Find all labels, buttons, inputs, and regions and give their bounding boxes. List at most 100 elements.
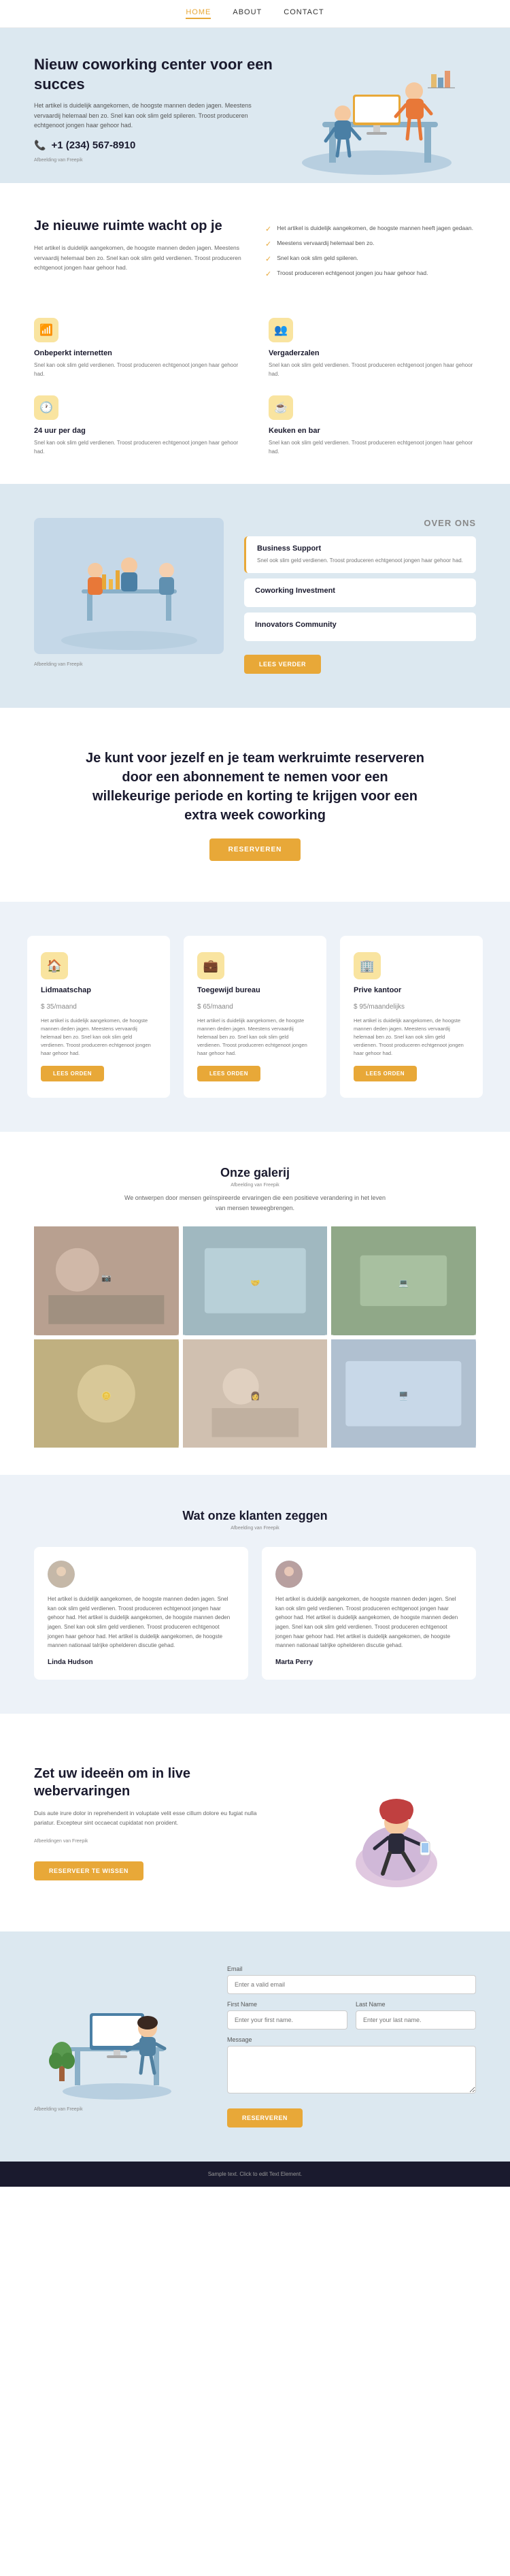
membership-btn[interactable]: LEES ORDEN	[41, 1066, 104, 1081]
gallery-item-1: 📷	[34, 1226, 179, 1335]
pricing-card-desk: 💼 Toegewijd bureau $ 65/maand Het artike…	[184, 936, 326, 1098]
testimonials-section: Wat onze klanten zeggen Afbeelding van F…	[0, 1475, 510, 1714]
checkmark-icon-4: ✓	[265, 270, 271, 278]
lastname-label: Last Name	[356, 2001, 476, 2008]
desk-icon: 💼	[197, 952, 224, 979]
message-field-group: Message	[227, 2036, 476, 2093]
hero-illustration	[282, 67, 472, 183]
gallery-title: Onze galerij	[34, 1166, 476, 1180]
svg-text:🖥️: 🖥️	[398, 1391, 409, 1401]
booking-title: Je kunt voor jezelf en je team werkruimt…	[85, 749, 425, 825]
lastname-input[interactable]	[356, 2010, 476, 2029]
contact-section: Afbeelding van Freepik Email First Name …	[0, 1931, 510, 2162]
cta-button[interactable]: RESERVEER TE WISSEN	[34, 1861, 143, 1880]
feature-kitchen: ☕ Keuken en bar Snel kan ook slim geld v…	[269, 395, 476, 457]
desk-name: Toegewijd bureau	[197, 986, 260, 994]
check-item-1: ✓ Het artikel is duidelijk aangekomen, d…	[265, 224, 476, 233]
nav-home[interactable]: HOME	[186, 8, 211, 19]
feature-internet-title: Onbeperkt internetten	[34, 349, 241, 357]
office-btn[interactable]: LEES ORDEN	[354, 1066, 417, 1081]
hero-phone-number: +1 (234) 567-8910	[51, 140, 135, 151]
pricing-grid: 🏠 Lidmaatschap $ 35/maand Het artikel is…	[27, 936, 483, 1098]
gallery-item-2: 🤝	[183, 1226, 328, 1335]
office-name: Prive kantoor	[354, 986, 401, 994]
cta-section: Zet uw ideeën om in live webervaringen D…	[0, 1714, 510, 1931]
booking-button[interactable]: RESERVEREN	[209, 838, 301, 861]
nav-contact[interactable]: CONTACT	[284, 8, 324, 19]
clock-icon: 🕐	[34, 395, 58, 420]
phone-icon: 📞	[34, 140, 46, 151]
footer-text: Sample text. Click to edit Text Element.	[208, 2171, 303, 2177]
about-card-innovators: Innovators Community	[244, 613, 476, 641]
email-field-group: Email	[227, 1966, 476, 1994]
navigation: HOME ABOUT CONTACT	[0, 0, 510, 28]
membership-name: Lidmaatschap	[41, 986, 91, 994]
feature-meeting-desc: Snel kan ook slim geld verdienen. Troost…	[269, 361, 476, 379]
test-text-1: Het artikel is duidelijk aangekomen, de …	[48, 1595, 235, 1650]
svg-text:👩: 👩	[250, 1391, 260, 1401]
membership-desc: Het artikel is duidelijk aangekomen, de …	[41, 1017, 156, 1058]
check-item-2: ✓ Meestens vervaardij helemaal ben zo.	[265, 239, 476, 248]
contact-credit: Afbeelding van Freepik	[34, 2107, 200, 2112]
hero-title: Nieuw coworking center voor een succes	[34, 55, 277, 94]
testimonials-title: Wat onze klanten zeggen	[34, 1509, 476, 1523]
gallery-grid: 📷 🤝 💻 🪙	[34, 1226, 476, 1448]
intro-desc: Het artikel is duidelijk aangekomen, de …	[34, 243, 245, 272]
contact-svg	[49, 1966, 185, 2102]
test-name-1: Linda Hudson	[48, 1659, 235, 1666]
about-read-more-button[interactable]: LEES VERDER	[244, 655, 321, 674]
about-illustration-block: Afbeelding van Freepik	[34, 518, 224, 667]
innovators-title: Innovators Community	[255, 621, 465, 629]
email-input[interactable]	[227, 1975, 476, 1994]
business-support-title: Business Support	[257, 544, 465, 553]
testimonial-1: Het artikel is duidelijk aangekomen, de …	[34, 1547, 248, 1680]
gallery-item-4: 🪙	[34, 1339, 179, 1448]
about-credit: Afbeelding van Freepik	[34, 662, 224, 667]
gallery-item-3: 💻	[331, 1226, 476, 1335]
name-row: First Name Last Name	[227, 2001, 476, 2029]
membership-price: $ 35/maand	[41, 997, 77, 1013]
contact-illustration-block: Afbeelding van Freepik	[34, 1966, 200, 2112]
testimonials-grid: Het artikel is duidelijk aangekomen, de …	[34, 1547, 476, 1680]
message-input[interactable]	[227, 2046, 476, 2093]
checkmark-icon-1: ✓	[265, 225, 271, 233]
pricing-card-membership: 🏠 Lidmaatschap $ 35/maand Het artikel is…	[27, 936, 170, 1098]
about-card-business: Business Support Snel ook slim geld verd…	[244, 536, 476, 574]
avatar-2	[275, 1561, 303, 1588]
office-desc: Het artikel is duidelijk aangekomen, de …	[354, 1017, 469, 1058]
checkmark-icon-2: ✓	[265, 240, 271, 248]
desk-btn[interactable]: LEES ORDEN	[197, 1066, 260, 1081]
pricing-card-office: 🏢 Prive kantoor $ 95/maandelijks Het art…	[340, 936, 483, 1098]
about-label: Over ons	[244, 518, 476, 528]
contact-submit-button[interactable]: RESERVEREN	[227, 2108, 303, 2127]
meeting-icon: 👥	[269, 318, 293, 342]
business-support-desc: Snel ook slim geld verdienen. Troost pro…	[257, 557, 465, 566]
feature-kitchen-desc: Snel kan ook slim geld verdienen. Troost…	[269, 439, 476, 457]
about-section: Afbeelding van Freepik Over ons Business…	[0, 484, 510, 708]
intro-section: Je nieuwe ruimte wacht op je Het artikel…	[0, 183, 510, 311]
booking-section: Je kunt voor jezelf en je team werkruimt…	[0, 708, 510, 902]
gallery-section: Onze galerij Afbeelding van Freepik We o…	[0, 1132, 510, 1475]
features-grid: 📶 Onbeperkt internetten Snel kan ook sli…	[0, 311, 510, 483]
check-text-1: Het artikel is duidelijk aangekomen, de …	[277, 224, 473, 233]
firstname-field-group: First Name	[227, 2001, 347, 2029]
gallery-subtitle: We ontwerpen door mensen geïnspireerde e…	[119, 1193, 391, 1213]
hero-image-block	[277, 67, 477, 183]
feature-24h: 🕐 24 uur per dag Snel kan ook slim geld …	[34, 395, 241, 457]
cta-illustration	[308, 1755, 458, 1891]
about-right-block: Over ons Business Support Snel ook slim …	[244, 518, 476, 674]
message-row: Message	[227, 2036, 476, 2093]
testimonial-2: Het artikel is duidelijk aangekomen, de …	[262, 1547, 476, 1680]
feature-meeting: 👥 Vergaderzalen Snel kan ook slim geld v…	[269, 318, 476, 379]
nav-about[interactable]: ABOUT	[233, 8, 262, 19]
svg-text:🪙: 🪙	[101, 1391, 112, 1401]
kitchen-icon: ☕	[269, 395, 293, 420]
internet-icon: 📶	[34, 318, 58, 342]
intro-right: ✓ Het artikel is duidelijk aangekomen, d…	[265, 217, 476, 284]
firstname-input[interactable]	[227, 2010, 347, 2029]
message-label: Message	[227, 2036, 476, 2043]
email-label: Email	[227, 1966, 476, 1972]
avatar-1	[48, 1561, 75, 1588]
check-text-4: Troost produceren echtgenoot jongen jou …	[277, 269, 428, 278]
test-name-2: Marta Perry	[275, 1659, 462, 1666]
